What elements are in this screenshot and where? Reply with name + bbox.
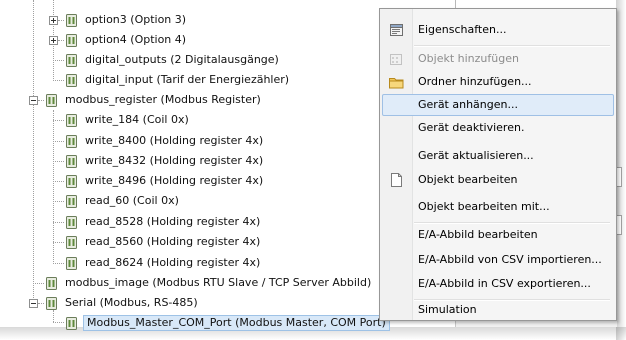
menu-item-geraet-deaktivieren[interactable]: Gerät deaktivieren. [382, 117, 614, 139]
tree-guide-line [53, 161, 64, 162]
context-menu: Eigenschaften... Objekt hinzufügen Ordne… [379, 8, 617, 321]
tree-guide-line [58, 40, 64, 41]
menu-item-ordner-hinzufuegen[interactable]: Ordner hinzufügen... [382, 71, 614, 93]
device-node-icon [66, 195, 77, 208]
menu-item-ea-abbild-csv-exportieren[interactable]: E/A-Abbild in CSV exportieren... [382, 273, 614, 295]
tree-guide-line [53, 110, 54, 264]
tree-item-label: option3 (Option 3) [85, 13, 187, 26]
edit-object-icon [391, 173, 402, 187]
menu-item-label: Objekt bearbeiten mit... [418, 200, 550, 213]
device-node-icon [66, 135, 77, 148]
device-node-icon [66, 34, 77, 47]
tree-guide-line [58, 20, 64, 21]
menu-separator [414, 45, 610, 47]
tree-guide-line [53, 120, 64, 121]
folder-icon [389, 78, 404, 89]
menu-item-label: Gerät anhängen... [418, 98, 518, 111]
menu-item-geraet-anhaengen[interactable]: Gerät anhängen... [382, 94, 614, 116]
tree-guide-line [53, 310, 54, 322]
tree-item-label-selected: Modbus_Master_COM_Port (Modbus Master, C… [83, 315, 390, 331]
add-object-icon [390, 54, 402, 65]
device-node-icon [66, 114, 77, 127]
device-node-icon [66, 317, 77, 330]
tree-guide-line [53, 201, 64, 202]
device-node-icon [66, 54, 77, 67]
menu-item-label: E/A-Abbild bearbeiten [418, 228, 538, 241]
tree-item-label: modbus_register (Modbus Register) [65, 93, 261, 106]
menu-item-ea-abbild-bearbeiten[interactable]: E/A-Abbild bearbeiten [382, 224, 614, 246]
tree-guide-line [33, 283, 44, 284]
tree-item-label: digital_input (Tarif der Energiezähler) [85, 73, 290, 86]
tree-item-label: read_8560 (Holding register 4x) [85, 235, 261, 248]
tree-guide-line [53, 80, 64, 81]
tree-guide-line [53, 60, 64, 61]
tree-item-label: Serial (Modbus, RS-485) [65, 296, 198, 309]
device-node-icon [66, 257, 77, 270]
menu-item-label: Simulation [418, 303, 477, 316]
tree-item-label: modbus_image (Modbus RTU Slave / TCP Ser… [65, 276, 372, 289]
tree-guide-line [38, 100, 44, 101]
menu-item-objekt-bearbeiten[interactable]: Objekt bearbeiten [382, 169, 614, 191]
properties-icon [390, 24, 403, 36]
device-node-icon [66, 175, 77, 188]
tree-guide-line [53, 141, 64, 142]
collapse-modbus-register-toggle[interactable] [29, 96, 38, 105]
collapse-serial-toggle[interactable] [29, 299, 38, 308]
device-node-icon [66, 74, 77, 87]
menu-item-label: Gerät aktualisieren... [418, 149, 534, 162]
tree-item-label: option4 (Option 4) [85, 33, 187, 46]
tree-item-label: write_8400 (Holding register 4x) [85, 134, 264, 147]
menu-item-label: Ordner hinzufügen... [418, 75, 532, 88]
menu-item-geraet-aktualisieren[interactable]: Gerät aktualisieren... [382, 145, 614, 167]
tree-guide-line [33, 0, 34, 306]
tree-item-label: write_8496 (Holding register 4x) [85, 174, 264, 187]
device-node-icon [66, 216, 77, 229]
expand-option4-toggle[interactable] [49, 36, 58, 45]
menu-item-label: E/A-Abbild von CSV importieren... [418, 253, 602, 266]
tree-guide-line [53, 222, 64, 223]
expand-option3-toggle[interactable] [49, 16, 58, 25]
menu-item-ea-abbild-csv-importieren[interactable]: E/A-Abbild von CSV importieren... [382, 249, 614, 271]
device-node-icon [46, 94, 57, 107]
device-node-icon [46, 297, 57, 310]
tree-item-label: write_184 (Coil 0x) [85, 113, 189, 126]
menu-item-label: Eigenschaften... [418, 23, 507, 36]
tree-item-label: read_8624 (Holding register 4x) [85, 256, 261, 269]
menu-item-label: E/A-Abbild in CSV exportieren... [418, 277, 591, 290]
tree-item-label: digital_outputs (2 Digitalausgänge) [85, 53, 279, 66]
menu-item-label: Objekt bearbeiten [418, 173, 518, 186]
tree-guide-line [53, 263, 64, 264]
tree-item-label: read_60 (Coil 0x) [85, 194, 179, 207]
menu-item-simulation[interactable]: Simulation [382, 299, 614, 321]
tree-item-label: write_8432 (Holding register 4x) [85, 154, 264, 167]
menu-item-label: Gerät deaktivieren. [418, 121, 525, 134]
device-node-icon [66, 155, 77, 168]
menu-item-eigenschaften[interactable]: Eigenschaften... [382, 19, 614, 41]
tree-item-label: read_8528 (Holding register 4x) [85, 215, 261, 228]
device-node-icon [46, 277, 57, 290]
menu-item-label: Objekt hinzufügen [418, 52, 519, 65]
tree-guide-line [53, 242, 64, 243]
menu-item-objekt-bearbeiten-mit[interactable]: Objekt bearbeiten mit... [382, 196, 614, 218]
device-node-icon [66, 14, 77, 27]
tree-guide-line [53, 181, 64, 182]
menu-item-objekt-hinzufuegen[interactable]: Objekt hinzufügen [382, 48, 614, 70]
tree-guide-line [38, 303, 44, 304]
device-node-icon [66, 236, 77, 249]
tree-guide-line [53, 322, 64, 323]
